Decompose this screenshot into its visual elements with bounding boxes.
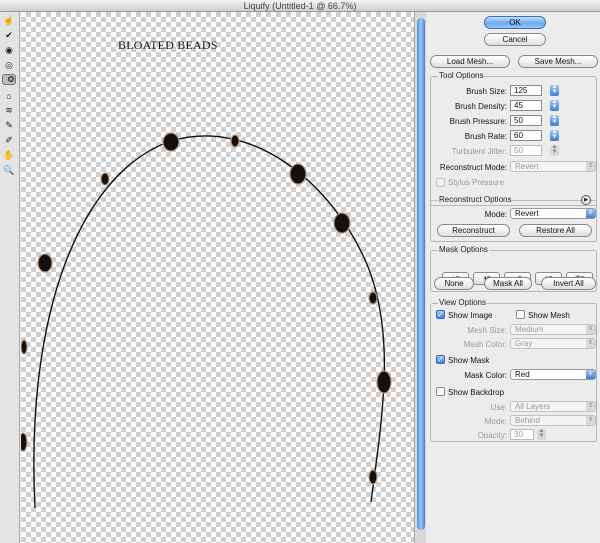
brush-rate-label: Brush Rate: — [464, 132, 507, 141]
show-image-checkbox[interactable]: ✓ — [436, 310, 445, 319]
stylus-pressure-checkbox — [436, 178, 445, 187]
mesh-size-label: Mesh Size: — [467, 326, 507, 335]
reconstruct-icon[interactable]: ✔ — [2, 29, 16, 42]
show-backdrop-checkbox[interactable] — [436, 387, 445, 396]
mesh-size-select: Medium ⇕ — [510, 324, 596, 335]
show-mesh-label: Show Mesh — [528, 311, 570, 320]
opacity-label: Opacity: — [477, 431, 507, 440]
bloat-icon[interactable]: ❂ — [2, 74, 16, 85]
save-mesh-button[interactable]: Save Mesh... — [518, 55, 598, 68]
expand-arrow-icon[interactable]: ▶ — [581, 195, 591, 205]
view-options-heading: View Options — [438, 298, 487, 307]
invert-all-button[interactable]: Invert All — [541, 277, 596, 290]
mask-color-dropdown[interactable]: Red ⇕ — [510, 369, 596, 380]
reconstruct-mode-label: Reconstruct Mode: — [439, 163, 507, 172]
backdrop-use-value: All Layers — [515, 402, 551, 411]
ok-button[interactable]: OK — [484, 16, 546, 29]
updown-arrow-icon: ⇕ — [586, 339, 595, 348]
turbulent-jitter-field: 50 — [510, 145, 542, 156]
mask-all-button[interactable]: Mask All — [484, 277, 532, 290]
mask-color-label: Mask Color: — [464, 371, 507, 380]
window-title: Liquify (Untitled-1 @ 66.7%) — [0, 0, 600, 12]
reconstruct-mode-dropdown-value: Revert — [515, 209, 539, 218]
tool-options-heading: Tool Options — [438, 71, 485, 80]
reconstruct-mode-label-2: Mode: — [484, 210, 507, 219]
zoom-icon[interactable]: 🔍 — [2, 164, 16, 177]
updown-arrow-icon: ⇕ — [586, 209, 595, 218]
mesh-color-value: Gray — [515, 339, 533, 348]
brush-rate-stepper[interactable]: ▲ ▼ — [550, 129, 559, 141]
turbulent-jitter-label: Turbulent Jitter: — [451, 147, 507, 156]
brush-rate-field[interactable]: 60 — [510, 130, 542, 141]
opacity-stepper: ▲ ▼ — [537, 428, 546, 440]
reconstruct-mode-dropdown[interactable]: Revert ⇕ — [510, 208, 596, 219]
scrollbar-thumb[interactable] — [417, 18, 425, 530]
brush-size-label: Brush Size: — [466, 87, 507, 96]
warp-icon[interactable]: ☝ — [2, 14, 16, 27]
brush-density-stepper[interactable]: ▲ ▼ — [550, 99, 559, 111]
show-image-label: Show Image — [448, 311, 493, 320]
updown-arrow-icon: ⇕ — [586, 370, 595, 379]
bead-necklace-artwork — [21, 132, 392, 509]
preview-canvas[interactable]: BLOATED BEADS — [21, 12, 414, 543]
show-backdrop-label: Show Backdrop — [448, 388, 505, 397]
updown-arrow-icon: ⇕ — [586, 402, 595, 411]
backdrop-mode-value: Behind — [515, 416, 540, 425]
opacity-field: 30 — [510, 429, 534, 440]
brush-size-stepper[interactable]: ▲ ▼ — [550, 84, 559, 96]
mask-options-heading: Mask Options — [438, 245, 489, 254]
reconstruct-mode-value: Revert — [515, 162, 539, 171]
cancel-button[interactable]: Cancel — [484, 33, 546, 46]
show-mask-label: Show Mask — [448, 356, 490, 365]
mesh-color-label: Mesh Color: — [463, 340, 507, 349]
stylus-pressure-label: Stylus Pressure — [448, 178, 505, 187]
thaw-mask-icon[interactable]: ✐ — [2, 134, 16, 147]
show-mask-checkbox[interactable]: ✓ — [436, 355, 445, 364]
use-label: Use: — [490, 403, 507, 412]
options-panel: OK Cancel Load Mesh... Save Mesh... Tool… — [427, 12, 600, 543]
reconstruct-button[interactable]: Reconstruct — [437, 224, 510, 237]
show-mesh-checkbox[interactable] — [516, 310, 525, 319]
brush-pressure-label: Brush Pressure: — [449, 117, 507, 126]
mirror-icon[interactable]: ⌂ — [2, 89, 16, 102]
none-button[interactable]: None — [434, 277, 474, 290]
load-mesh-button[interactable]: Load Mesh... — [430, 55, 510, 68]
updown-arrow-icon: ⇕ — [586, 325, 595, 334]
pucker-icon[interactable]: ◎ — [2, 59, 16, 72]
backdrop-mode-select: Behind ⇕ — [510, 415, 596, 426]
hand-icon[interactable]: ✋ — [2, 149, 16, 162]
reconstruct-options-heading: Reconstruct Options — [438, 195, 513, 204]
updown-arrow-icon: ⇕ — [586, 162, 595, 171]
twirl-cw-icon[interactable]: ◉ — [2, 44, 16, 57]
backdrop-use-select: All Layers ⇕ — [510, 401, 596, 412]
turbulence-icon[interactable]: ≋ — [2, 104, 16, 117]
updown-arrow-icon: ⇕ — [586, 416, 595, 425]
toolbox: ☝✔◉◎❂⇶⌂≋✎✐✋🔍 — [0, 12, 20, 543]
restore-all-button[interactable]: Restore All — [519, 224, 592, 237]
mesh-size-value: Medium — [515, 325, 544, 334]
brush-density-field[interactable]: 45 — [510, 100, 542, 111]
artwork-caption: BLOATED BEADS — [118, 38, 218, 52]
reconstruct-mode-select: Revert ⇕ — [510, 161, 596, 172]
mask-color-value: Red — [515, 370, 530, 379]
canvas-scrollbar[interactable] — [414, 12, 426, 543]
mesh-color-select: Gray ⇕ — [510, 338, 596, 349]
turbulent-jitter-stepper: ▲ ▼ — [550, 144, 559, 156]
brush-size-field[interactable]: 125 — [510, 85, 542, 96]
brush-density-label: Brush Density: — [454, 102, 507, 111]
brush-pressure-stepper[interactable]: ▲ ▼ — [550, 114, 559, 126]
brush-pressure-field[interactable]: 50 — [510, 115, 542, 126]
freeze-mask-icon[interactable]: ✎ — [2, 119, 16, 132]
backdrop-mode-label: Mode: — [484, 417, 507, 426]
